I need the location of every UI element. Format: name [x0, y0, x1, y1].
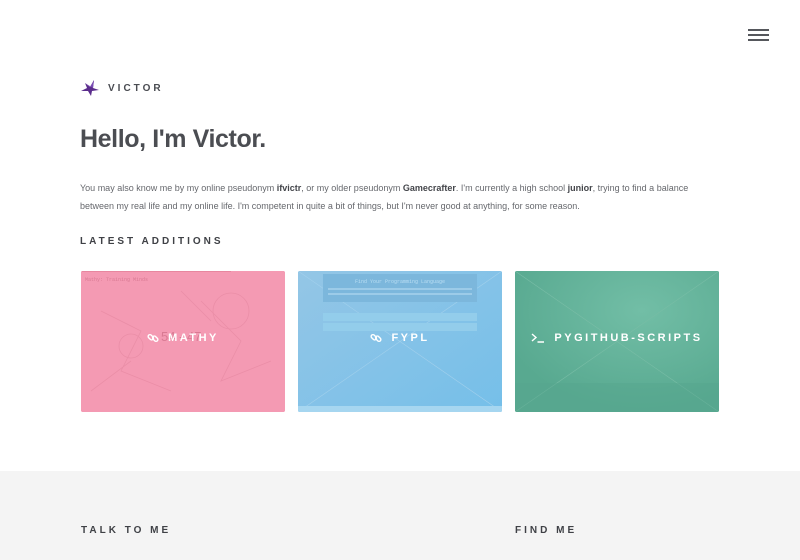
link-icon [147, 332, 159, 344]
intro-text: . I'm currently a high school [455, 183, 568, 193]
card-title: PYGITHUB-SCRIPTS [554, 332, 703, 344]
card-label-mathy: MATHY [81, 332, 285, 344]
grade-junior: junior [567, 183, 593, 193]
logo-text: VICTOR [108, 82, 164, 94]
mathy-preview-heading: Mathy: Training Minds [85, 277, 148, 283]
hamburger-icon-line [748, 29, 769, 31]
hamburger-icon-line [748, 34, 769, 36]
fypl-preview-heading: Find Your Programming Language [355, 279, 445, 285]
hamburger-icon-line [748, 39, 769, 41]
card-label-pygithub-scripts: PYGITHUB-SCRIPTS [515, 332, 719, 344]
card-label-fypl: FYPL [298, 332, 502, 344]
pseudonym-ifvictr: ifvictr [276, 183, 302, 193]
project-card-fypl[interactable]: Find Your Programming Language FYPL [298, 271, 502, 412]
footer: TALK TO ME FIND ME [0, 471, 800, 560]
intro-text: You may also know me by my online pseudo… [80, 183, 277, 193]
link-icon [370, 332, 382, 344]
intro-paragraph: You may also know me by my online pseudo… [80, 179, 720, 215]
bird-logo-icon [81, 80, 99, 96]
intro-text: , or my older pseudonym [301, 183, 403, 193]
card-title: MATHY [168, 332, 219, 344]
pseudonym-gamecrafter: Gamecrafter [402, 183, 456, 193]
terminal-icon [531, 333, 545, 343]
menu-button[interactable] [748, 27, 770, 43]
site-logo[interactable]: VICTOR [80, 79, 164, 97]
card-title: FYPL [391, 332, 430, 344]
find-me-heading: FIND ME [515, 525, 578, 536]
talk-to-me-heading: TALK TO ME [81, 525, 172, 536]
page-title: Hello, I'm Victor. [80, 125, 266, 153]
project-card-pygithub-scripts[interactable]: PYGITHUB-SCRIPTS [515, 271, 719, 412]
project-card-mathy[interactable]: Mathy: Training Minds 54 - 47 MATHY [81, 271, 285, 412]
page: VICTOR Hello, I'm Victor. You may also k… [0, 0, 800, 560]
latest-additions-title: LATEST ADDITIONS [80, 236, 224, 247]
